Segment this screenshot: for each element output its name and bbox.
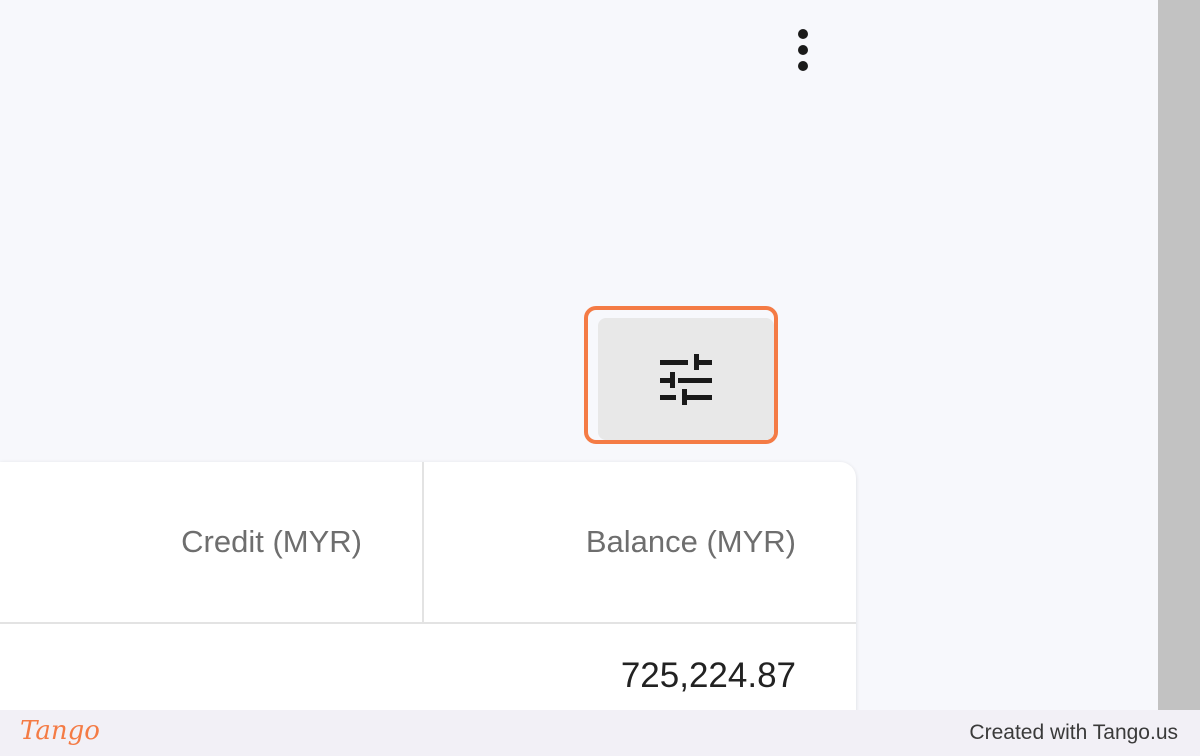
more-options-button[interactable] [788, 26, 818, 74]
tango-logo: Tango [20, 716, 100, 746]
kebab-dot [798, 45, 808, 55]
kebab-dot [798, 29, 808, 39]
created-with-label: Created with Tango.us [969, 721, 1178, 744]
column-header-credit[interactable]: Credit (MYR) [0, 462, 424, 622]
cell-balance: 725,224.87 [620, 656, 796, 695]
column-header-balance[interactable]: Balance (MYR) [424, 462, 856, 622]
tango-footer: Tango Created with Tango.us [0, 710, 1200, 756]
transactions-table: Credit (MYR) Balance (MYR) 725,224.87 [0, 462, 856, 710]
vertical-scrollbar[interactable] [1158, 0, 1200, 710]
cell-credit [0, 624, 424, 710]
column-filter-button[interactable] [598, 318, 774, 440]
table-header: Credit (MYR) Balance (MYR) [0, 462, 856, 624]
app-viewport: Credit (MYR) Balance (MYR) 725,224.87 [0, 0, 1200, 710]
tune-icon [660, 354, 712, 405]
kebab-dot [798, 61, 808, 71]
